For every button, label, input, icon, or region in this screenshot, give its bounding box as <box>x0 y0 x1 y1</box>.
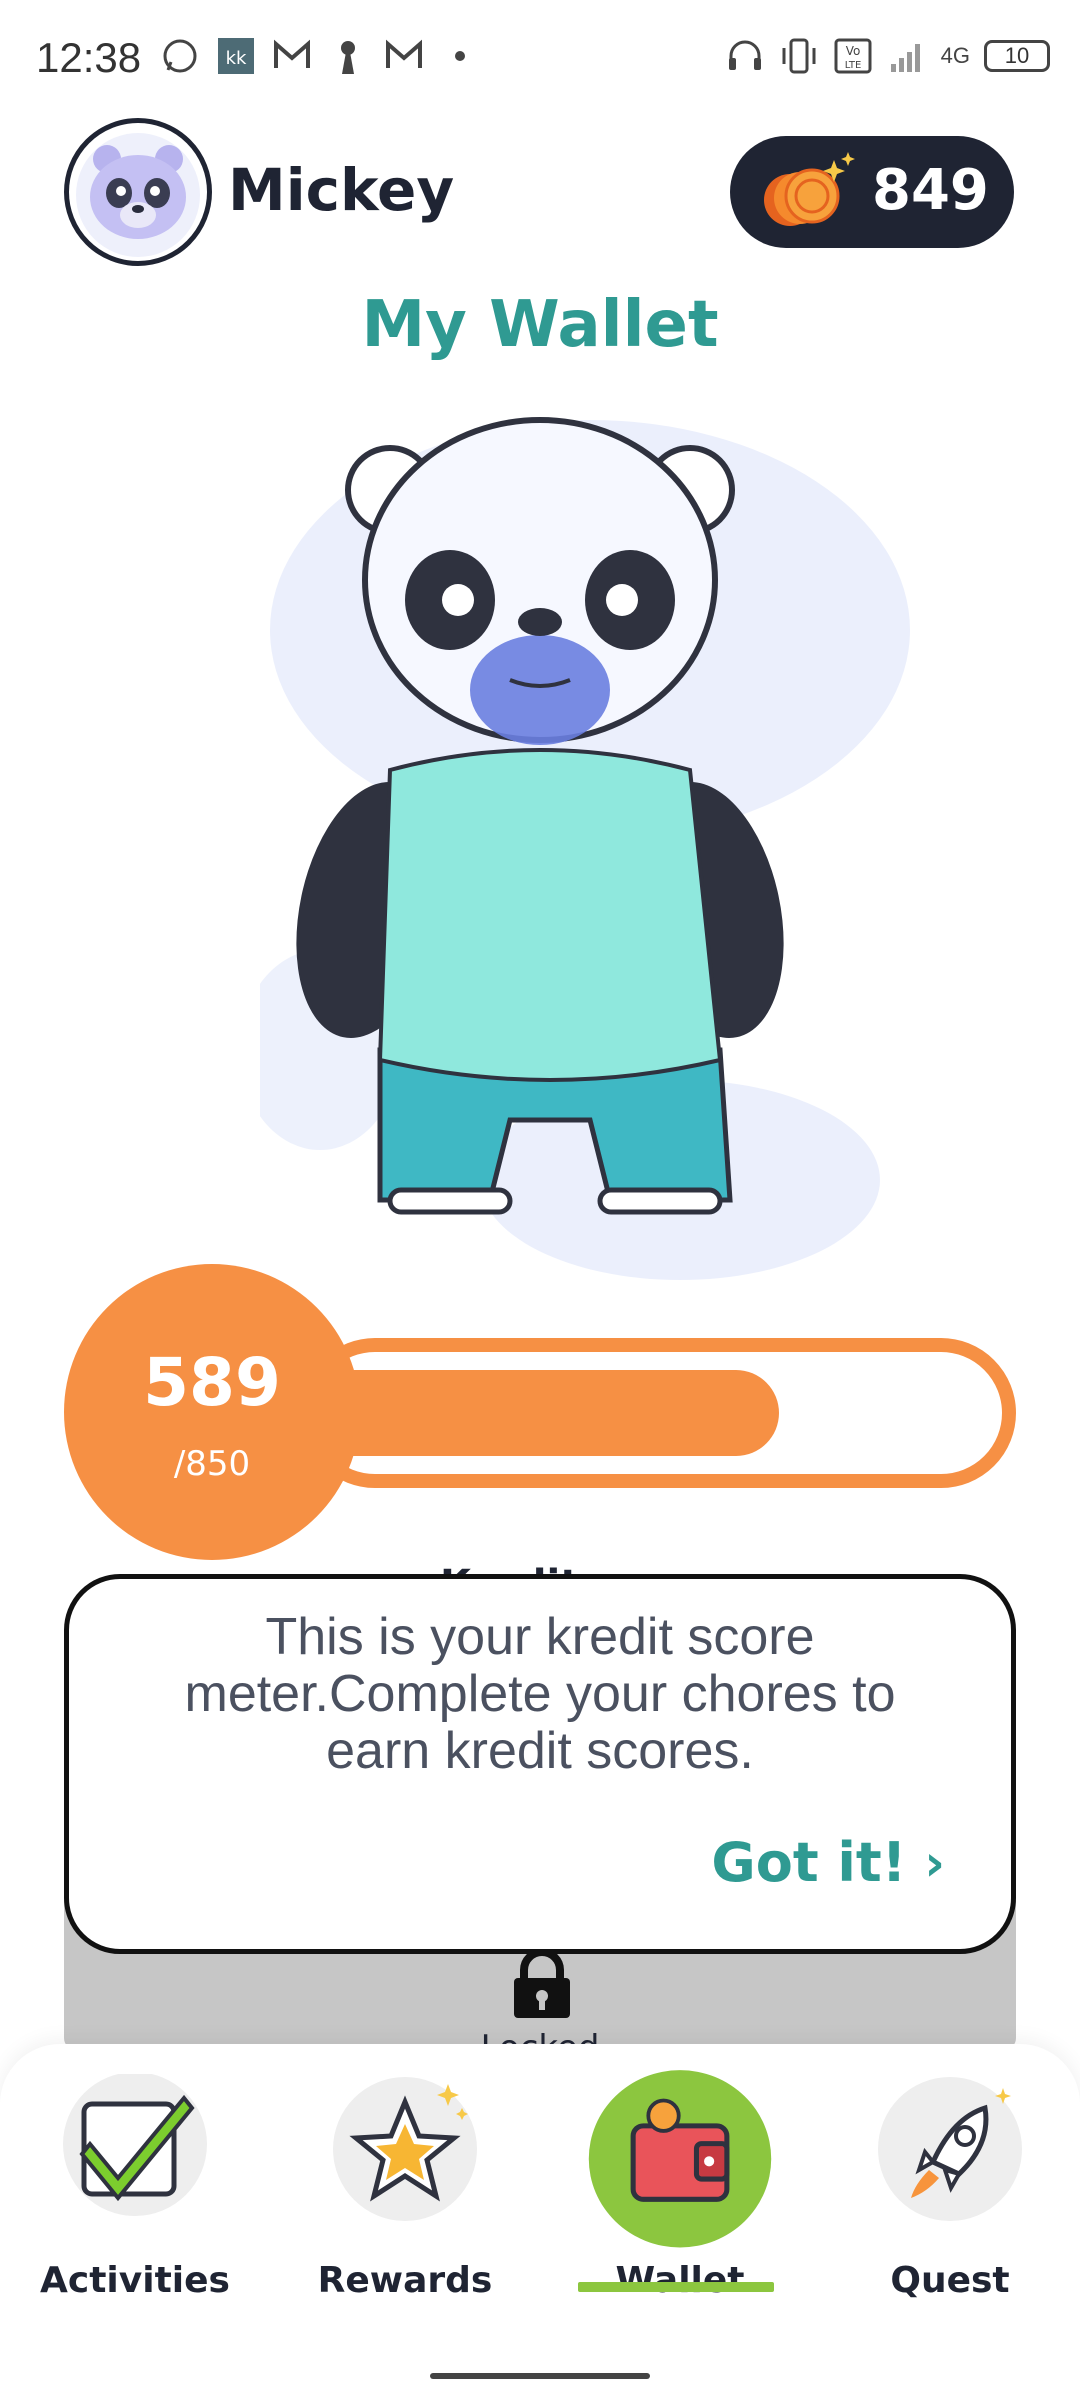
rocket-icon <box>878 2077 1022 2221</box>
battery-level: 10 <box>1004 43 1030 68</box>
nav-label: Wallet <box>615 2260 745 2301</box>
got-it-button[interactable]: Got it! › <box>711 1831 945 1894</box>
nav-item-quest[interactable]: Quest <box>835 2074 1055 2344</box>
network-type: 4G <box>940 43 970 68</box>
status-bar: 12:38 kk Vo LTE 4G 10 <box>0 0 1080 120</box>
whatsapp-icon <box>163 39 197 73</box>
onboarding-tooltip: This is your kredit score meter.Complete… <box>64 1574 1016 1954</box>
battery-icon: 10 <box>984 40 1050 72</box>
signal-icon <box>890 44 920 72</box>
coin-count: 849 <box>872 158 989 223</box>
coin-balance-badge[interactable]: 849 <box>730 136 1014 248</box>
kredit-score-badge: 589 /850 <box>64 1264 360 1560</box>
panda-avatar-icon <box>76 133 200 257</box>
gmail-icon <box>274 39 310 68</box>
volte-icon: Vo LTE <box>834 38 872 74</box>
coin-stack-icon <box>764 152 855 226</box>
kk-app-icon: kk <box>218 38 254 74</box>
username: Mickey <box>228 156 455 224</box>
keyhole-icon <box>341 41 355 74</box>
active-tab-indicator <box>578 2282 774 2292</box>
system-icons: Vo LTE 4G 10 <box>725 36 1050 76</box>
headset-icon <box>728 40 761 70</box>
nav-label: Rewards <box>317 2260 493 2301</box>
status-time: 12:38 <box>36 34 142 81</box>
kredit-score-max: /850 <box>173 1444 251 1484</box>
chevron-right-icon: › <box>924 1833 945 1892</box>
nav-item-activities[interactable]: Activities <box>20 2074 240 2344</box>
panda-character-illustration <box>260 417 910 1280</box>
tooltip-text: This is your kredit score meter.Complete… <box>184 1608 896 1780</box>
svg-text:LTE: LTE <box>844 60 861 71</box>
dot-icon <box>455 51 465 61</box>
page-title: My Wallet <box>361 288 719 362</box>
notification-icons: kk <box>160 36 480 76</box>
svg-text:Vo: Vo <box>845 44 860 58</box>
got-it-label: Got it! <box>711 1831 907 1894</box>
bottom-navigation: Activities Rewards Wallet Quest <box>0 2044 1080 2400</box>
lock-icon <box>514 1950 570 2018</box>
home-indicator[interactable] <box>430 2373 650 2379</box>
nav-item-wallet[interactable]: Wallet <box>565 2070 785 2344</box>
kredit-score-fill-area <box>330 1370 980 1456</box>
nav-label: Quest <box>890 2260 1010 2301</box>
kredit-score-fill <box>330 1370 779 1456</box>
nav-item-rewards[interactable]: Rewards <box>290 2074 510 2344</box>
avatar[interactable] <box>64 118 212 266</box>
kredit-score-value: 589 <box>143 1344 281 1421</box>
wallet-icon <box>588 2070 772 2248</box>
nav-label: Activities <box>40 2260 230 2301</box>
svg-text:kk: kk <box>226 48 247 69</box>
star-icon <box>333 2077 477 2221</box>
checkmark-icon <box>63 2074 207 2216</box>
gmail-icon <box>386 39 422 68</box>
vibrate-icon <box>782 38 816 74</box>
